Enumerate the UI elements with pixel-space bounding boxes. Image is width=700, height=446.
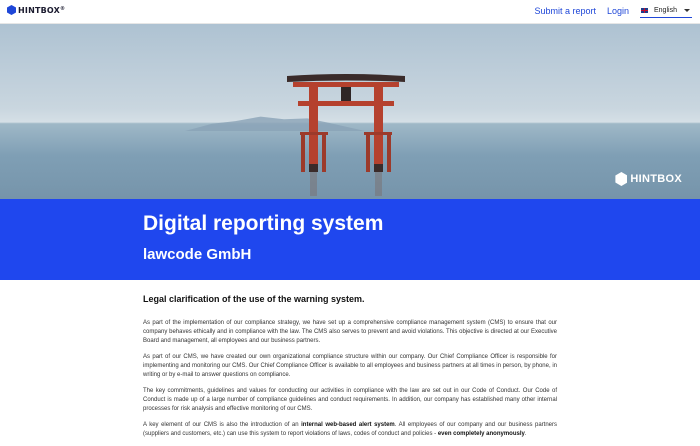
header-nav: Submit a report Login English	[534, 4, 692, 18]
torii-gate-illustration	[287, 74, 405, 196]
login-link[interactable]: Login	[607, 6, 629, 16]
paragraph-1: As part of the implementation of our com…	[143, 320, 557, 344]
top-navigation-bar: HINTBOX® Submit a report Login English	[0, 0, 700, 24]
uk-flag-icon	[641, 8, 648, 13]
submit-report-link[interactable]: Submit a report	[534, 6, 596, 16]
language-label: English	[654, 7, 677, 14]
language-select[interactable]: English	[640, 4, 692, 18]
hexagon-logo-icon	[7, 5, 16, 15]
brand-logo[interactable]: HINTBOX®	[7, 5, 65, 15]
paragraph-4-text-a: A key element of our CMS is also the int…	[143, 422, 302, 428]
section-heading: Legal clarification of the use of the wa…	[143, 294, 365, 304]
title-banner: Digital reporting system lawcode GmbH	[0, 199, 700, 280]
hero-watermark-logo: HINTBOX	[615, 172, 682, 186]
paragraph-2: As part of our CMS, we have created our …	[143, 354, 557, 378]
page-title: Digital reporting system	[143, 212, 384, 235]
brand-name: HINTBOX	[18, 5, 61, 15]
hero-image: HINTBOX	[0, 24, 700, 199]
paragraph-4-bold-a: internal web-based alert system	[301, 422, 395, 428]
chevron-down-icon	[684, 9, 690, 12]
company-name: lawcode GmbH	[143, 246, 252, 263]
hero-logo-text: HINTBOX	[630, 173, 682, 185]
registered-mark: ®	[60, 5, 66, 12]
hexagon-logo-icon	[615, 172, 628, 186]
paragraph-4-bold-b: even completely anonymously	[437, 431, 525, 437]
paragraph-3: The key commitments, guidelines and valu…	[143, 388, 557, 412]
paragraph-4: A key element of our CMS is also the int…	[143, 421, 557, 439]
paragraph-4-text-c: .	[524, 431, 527, 437]
main-content: Legal clarification of the use of the wa…	[143, 294, 557, 446]
